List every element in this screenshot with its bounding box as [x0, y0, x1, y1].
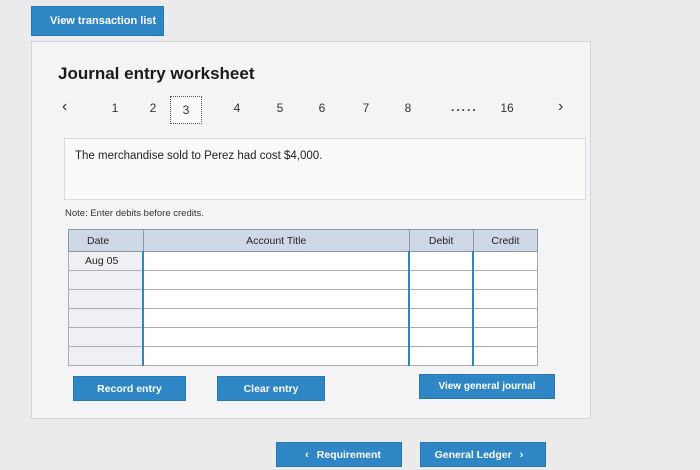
- account-input[interactable]: [142, 270, 410, 290]
- date-column-header: Date: [68, 229, 144, 252]
- view-transaction-list-button[interactable]: View transaction list: [31, 6, 164, 36]
- account-column-header: Account Title: [142, 229, 410, 252]
- credit-column-header: Credit: [472, 229, 539, 252]
- credit-input[interactable]: [472, 346, 539, 366]
- page-8[interactable]: 8: [399, 101, 417, 115]
- credit-input[interactable]: [472, 270, 539, 290]
- record-entry-button[interactable]: Record entry: [73, 376, 186, 401]
- date-cell: [68, 289, 144, 309]
- account-input[interactable]: [142, 308, 410, 328]
- general-ledger-label: General Ledger: [434, 448, 512, 461]
- view-general-journal-button[interactable]: View general journal: [419, 374, 555, 399]
- credit-input[interactable]: [472, 289, 539, 309]
- credit-input[interactable]: [472, 308, 539, 328]
- chevron-left-icon[interactable]: ‹: [62, 98, 67, 116]
- entry-note: Note: Enter debits before credits.: [65, 208, 204, 219]
- chevron-right-icon[interactable]: ›: [558, 98, 563, 116]
- credit-input[interactable]: [472, 327, 539, 347]
- requirement-label: Requirement: [316, 448, 381, 461]
- debit-input[interactable]: [407, 308, 474, 328]
- credit-input[interactable]: [472, 251, 539, 271]
- debit-column-header: Debit: [408, 229, 474, 252]
- chevron-left-icon: ‹: [305, 448, 309, 461]
- general-ledger-button[interactable]: General Ledger ›: [420, 442, 546, 467]
- table-row: [68, 270, 539, 290]
- pager-ellipsis: .....: [451, 100, 478, 114]
- entry-pager: ‹ 1 2 3 4 5 6 7 8 ..... 16 ›: [58, 96, 578, 126]
- date-cell: [68, 270, 144, 290]
- debit-input[interactable]: [407, 289, 474, 309]
- account-input[interactable]: [142, 346, 410, 366]
- table-row: [68, 289, 539, 309]
- debit-input[interactable]: [407, 327, 474, 347]
- table-row: [68, 346, 539, 366]
- table-row: [68, 327, 539, 347]
- date-cell: [68, 327, 144, 347]
- debit-input[interactable]: [407, 270, 474, 290]
- page-5[interactable]: 5: [271, 101, 289, 115]
- clear-entry-button[interactable]: Clear entry: [217, 376, 325, 401]
- date-cell: [68, 346, 144, 366]
- page-7[interactable]: 7: [357, 101, 375, 115]
- page-6[interactable]: 6: [313, 101, 331, 115]
- journal-entry-panel: Journal entry worksheet ‹ 1 2 3 4 5 6 7 …: [31, 41, 591, 419]
- page-1[interactable]: 1: [106, 101, 124, 115]
- account-input[interactable]: [142, 327, 410, 347]
- page-16[interactable]: 16: [498, 101, 516, 115]
- table-row: [68, 308, 539, 328]
- page-4[interactable]: 4: [228, 101, 246, 115]
- page-title: Journal entry worksheet: [58, 64, 255, 83]
- debit-input[interactable]: [407, 251, 474, 271]
- journal-entry-table: Date Account Title Debit Credit Aug 05: [68, 229, 539, 366]
- table-row: Aug 05: [68, 251, 539, 271]
- debit-input[interactable]: [407, 346, 474, 366]
- requirement-button[interactable]: ‹ Requirement: [276, 442, 402, 467]
- page-2[interactable]: 2: [144, 101, 162, 115]
- page-3-selected[interactable]: 3: [170, 96, 202, 124]
- account-input[interactable]: [142, 289, 410, 309]
- transaction-description: The merchandise sold to Perez had cost $…: [64, 138, 586, 200]
- date-cell: Aug 05: [68, 251, 144, 271]
- date-cell: [68, 308, 144, 328]
- account-input[interactable]: [142, 251, 410, 271]
- chevron-right-icon: ›: [519, 448, 524, 461]
